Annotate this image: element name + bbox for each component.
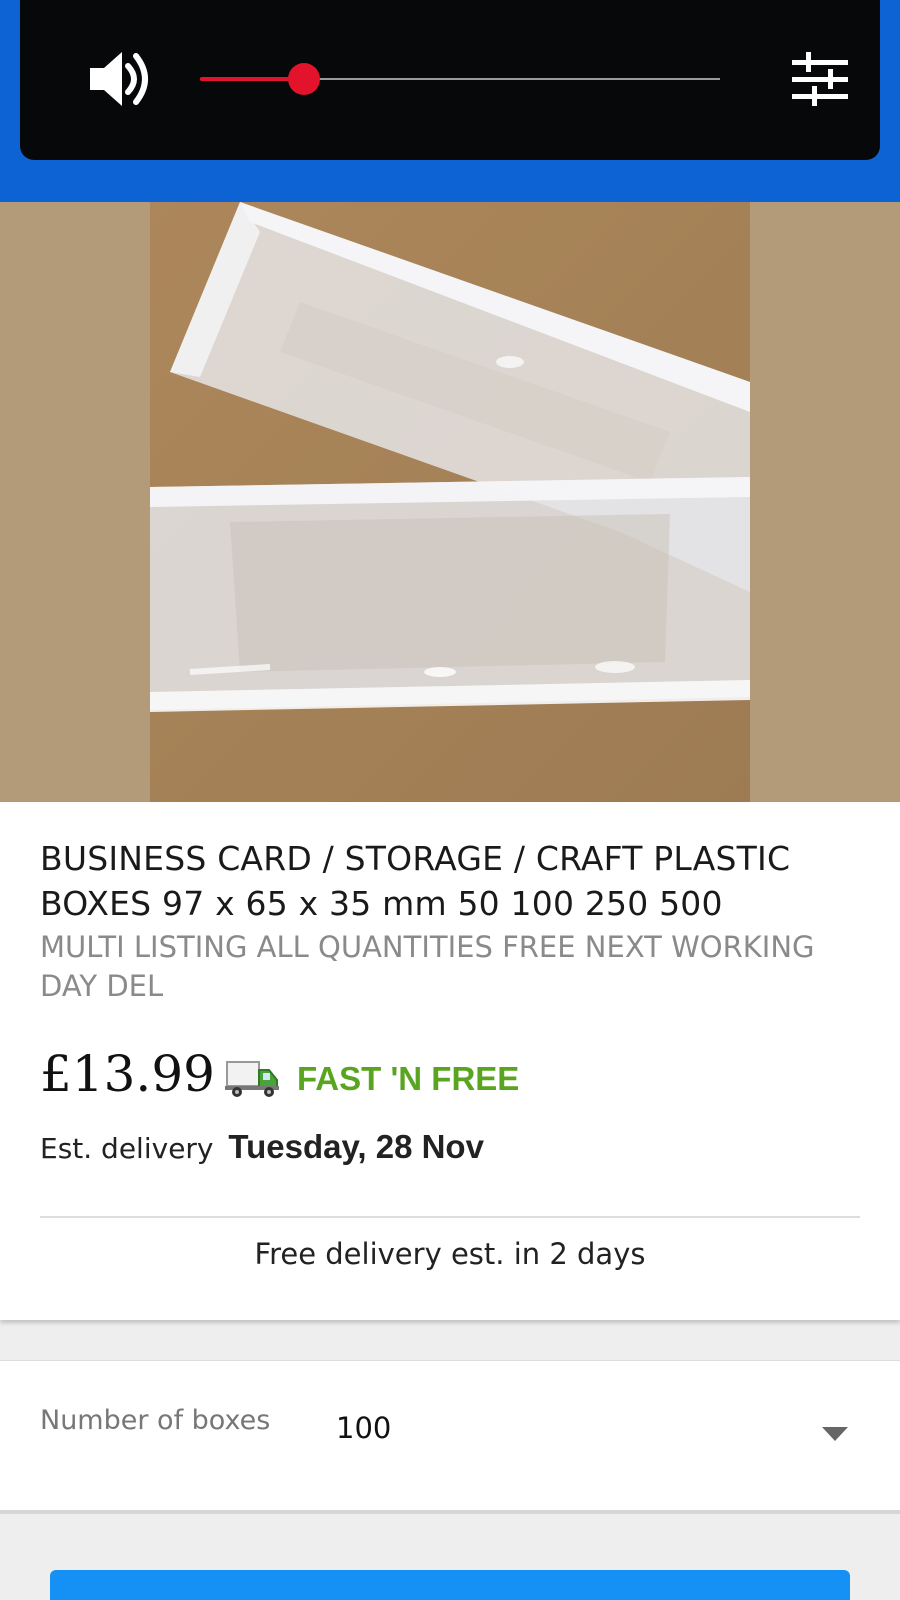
delivery-label: Est. delivery <box>40 1132 214 1165</box>
volume-panel <box>20 0 880 160</box>
price-row: £13.99 FAST 'N FREE <box>40 1038 519 1102</box>
divider <box>40 1216 860 1218</box>
truck-icon <box>224 1061 279 1097</box>
delivery-date: Tuesday, 28 Nov <box>228 1128 484 1165</box>
estimated-delivery: Est. delivery Tuesday, 28 Nov <box>40 1128 484 1166</box>
quantity-select-value[interactable]: 100 <box>336 1411 391 1445</box>
chevron-down-icon[interactable] <box>822 1427 848 1441</box>
page: BUSINESS CARD / STORAGE / CRAFT PLASTIC … <box>0 0 900 1600</box>
quantity-label: Number of boxes <box>40 1405 271 1436</box>
quantity-selector[interactable]: Number of boxes 100 <box>0 1360 900 1514</box>
product-title: BUSINESS CARD / STORAGE / CRAFT PLASTIC … <box>40 839 791 923</box>
product-info-card: BUSINESS CARD / STORAGE / CRAFT PLASTIC … <box>0 802 900 1320</box>
product-subtitle: MULTI LISTING ALL QUANTITIES FREE NEXT W… <box>40 930 815 1003</box>
tune-icon[interactable] <box>792 52 848 106</box>
free-delivery-note: Free delivery est. in 2 days <box>254 1237 646 1271</box>
fast-n-free-badge: FAST 'N FREE <box>296 1060 520 1097</box>
product-price: £13.99 <box>40 1045 215 1103</box>
buy-button[interactable] <box>50 1570 850 1600</box>
product-photo[interactable] <box>150 202 750 802</box>
product-image-gallery[interactable] <box>0 202 900 802</box>
volume-slider[interactable] <box>200 63 720 95</box>
volume-slider-thumb[interactable] <box>288 63 320 95</box>
speaker-icon[interactable] <box>86 46 152 112</box>
